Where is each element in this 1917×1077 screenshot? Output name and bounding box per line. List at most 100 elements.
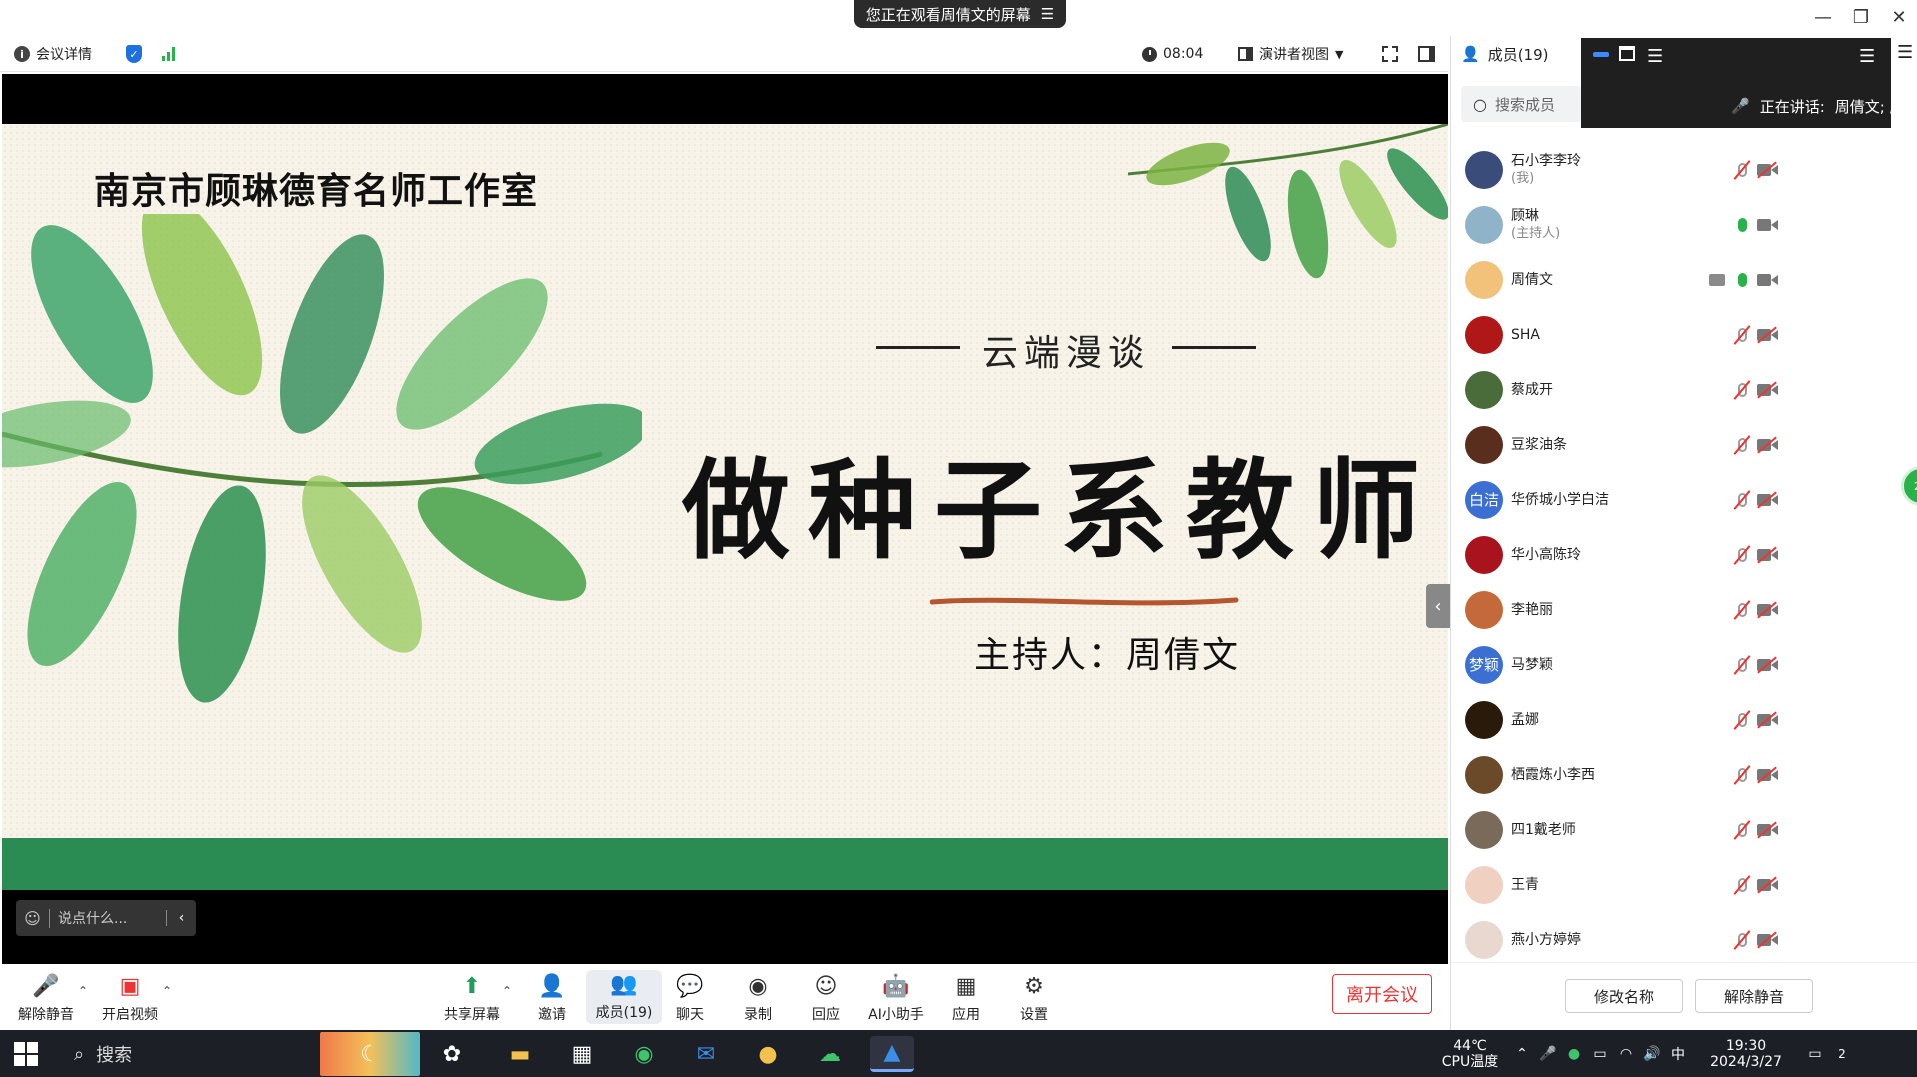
clock[interactable]: 19:30 2024/3/27 bbox=[1696, 1030, 1796, 1077]
member-row[interactable]: 燕小方婷婷 bbox=[1451, 912, 1891, 967]
share-screen-button[interactable]: ⬆ 共享屏幕 bbox=[434, 972, 510, 1024]
member-search-input[interactable]: ○ 搜索成员 bbox=[1461, 86, 1581, 122]
member-row[interactable]: 李艳丽 bbox=[1451, 582, 1891, 637]
window-icon[interactable] bbox=[1619, 46, 1635, 61]
camera-off-icon[interactable] bbox=[1757, 493, 1779, 507]
leave-meeting-button[interactable]: 离开会议 bbox=[1332, 974, 1432, 1014]
microphone-muted-icon[interactable] bbox=[1735, 489, 1749, 511]
camera-off-icon[interactable] bbox=[1757, 823, 1779, 837]
reactions-button[interactable]: ☺ 回应 bbox=[788, 972, 864, 1024]
member-row[interactable]: 华小高陈玲 bbox=[1451, 527, 1891, 582]
shield-tray-icon[interactable]: ● bbox=[1562, 1030, 1586, 1077]
widgets-news-tile[interactable]: ☾ bbox=[320, 1032, 420, 1076]
meeting-details-button[interactable]: i 会议详情 bbox=[14, 36, 92, 72]
video-options-caret[interactable]: ⌃ bbox=[162, 984, 172, 998]
member-row[interactable]: SHA bbox=[1451, 307, 1891, 362]
member-row[interactable]: 蔡成开 bbox=[1451, 362, 1891, 417]
camera-off-icon[interactable] bbox=[1757, 438, 1779, 452]
network-status-button[interactable] bbox=[162, 36, 175, 72]
member-row[interactable]: 梦颖 马梦颖 bbox=[1451, 637, 1891, 692]
member-row[interactable]: 四1戴老师 bbox=[1451, 802, 1891, 857]
file-explorer-icon[interactable]: ▬ bbox=[498, 1036, 542, 1072]
microphone-muted-icon[interactable] bbox=[1735, 159, 1749, 181]
member-row[interactable]: 孟娜 bbox=[1451, 692, 1891, 747]
microphone-muted-icon[interactable] bbox=[1735, 764, 1749, 786]
security-button[interactable]: ✓ bbox=[126, 36, 142, 72]
camera-off-icon[interactable] bbox=[1757, 383, 1779, 397]
audio-options-caret[interactable]: ⌃ bbox=[78, 984, 88, 998]
member-row[interactable]: 周倩文 bbox=[1451, 252, 1891, 307]
windows-start-button[interactable] bbox=[14, 1042, 38, 1066]
list-view-icon[interactable]: ☰ bbox=[1647, 46, 1663, 67]
battery-icon[interactable]: ▭ bbox=[1588, 1030, 1612, 1077]
apps-button[interactable]: ▦ 应用 bbox=[928, 972, 1004, 1024]
members-button[interactable]: 👥 成员(19) bbox=[586, 970, 662, 1024]
notification-icon[interactable]: ▭ bbox=[1800, 1030, 1830, 1077]
microphone-muted-icon[interactable] bbox=[1735, 599, 1749, 621]
microphone-muted-icon[interactable] bbox=[1735, 929, 1749, 951]
camera-off-icon[interactable] bbox=[1757, 768, 1779, 782]
browser-app-icon[interactable]: ◉ bbox=[622, 1036, 666, 1072]
microphone-muted-icon[interactable] bbox=[1735, 709, 1749, 731]
panel-menu-icon[interactable]: ☰ bbox=[1897, 42, 1913, 63]
member-row[interactable]: 栖霞炼小李西 bbox=[1451, 747, 1891, 802]
chat-button[interactable]: 💬 聊天 bbox=[652, 972, 728, 1024]
camera-off-icon[interactable] bbox=[1757, 548, 1779, 562]
close-button[interactable]: ✕ bbox=[1884, 4, 1914, 30]
chat-input-placeholder[interactable]: 说点什么... bbox=[50, 908, 166, 928]
taskbar-search[interactable]: ⌕ 搜索 bbox=[62, 1036, 316, 1072]
member-row[interactable]: 王青 bbox=[1451, 857, 1891, 912]
camera-off-icon[interactable] bbox=[1757, 658, 1779, 672]
camera-off-icon[interactable] bbox=[1757, 933, 1779, 947]
share-options-caret[interactable]: ⌃ bbox=[502, 984, 512, 998]
microphone-muted-icon[interactable] bbox=[1735, 379, 1749, 401]
collapse-panel-button[interactable]: ‹ bbox=[1426, 584, 1450, 628]
screen-sharing-banner[interactable]: 您正在观看周倩文的屏幕 ☰ bbox=[854, 0, 1066, 28]
fullscreen-button[interactable] bbox=[1382, 36, 1398, 72]
ime-indicator[interactable]: 中 bbox=[1666, 1030, 1690, 1077]
camera-on-icon[interactable] bbox=[1757, 273, 1779, 287]
member-row[interactable]: 白洁 华侨城小学白洁 bbox=[1451, 472, 1891, 527]
settings-button[interactable]: ⚙ 设置 bbox=[996, 972, 1072, 1024]
rename-button[interactable]: 修改名称 bbox=[1565, 979, 1683, 1013]
microphone-on-icon[interactable] bbox=[1735, 214, 1749, 236]
microphone-muted-icon[interactable] bbox=[1735, 324, 1749, 346]
store-app-icon[interactable]: ▦ bbox=[560, 1036, 604, 1072]
volume-icon[interactable]: 🔊 bbox=[1640, 1030, 1664, 1077]
microphone-muted-icon[interactable] bbox=[1735, 654, 1749, 676]
camera-off-icon[interactable] bbox=[1757, 878, 1779, 892]
cpu-temperature[interactable]: 44℃ CPU温度 bbox=[1420, 1030, 1520, 1077]
minimize-strip-icon[interactable] bbox=[1593, 52, 1609, 57]
wechat-icon[interactable]: ☁ bbox=[808, 1036, 852, 1072]
record-button[interactable]: ◉ 录制 bbox=[720, 972, 796, 1024]
mail-app-icon[interactable]: ✉ bbox=[684, 1036, 728, 1072]
emoji-icon[interactable]: ☺ bbox=[16, 908, 50, 928]
camera-off-icon[interactable] bbox=[1757, 603, 1779, 617]
microphone-muted-icon[interactable] bbox=[1735, 544, 1749, 566]
camera-off-icon[interactable] bbox=[1757, 328, 1779, 342]
member-row[interactable]: 石小李李玲 (我) bbox=[1451, 142, 1891, 197]
pinwheel-app-icon[interactable]: ✿ bbox=[430, 1036, 474, 1072]
microphone-muted-icon[interactable] bbox=[1735, 434, 1749, 456]
view-mode-dropdown[interactable]: 演讲者视图 ▼ bbox=[1238, 36, 1343, 72]
banner-menu-icon[interactable]: ☰ bbox=[1041, 5, 1054, 23]
microphone-muted-icon[interactable] bbox=[1735, 874, 1749, 896]
chevron-left-icon[interactable]: ‹ bbox=[166, 910, 196, 926]
member-row[interactable]: 顾琳 (主持人) bbox=[1451, 197, 1891, 252]
minimize-button[interactable]: — bbox=[1808, 4, 1838, 30]
unmute-all-button[interactable]: 解除静音 bbox=[1695, 979, 1813, 1013]
unmute-button[interactable]: 🎤 解除静音 bbox=[8, 972, 84, 1024]
camera-on-icon[interactable] bbox=[1757, 218, 1779, 232]
camera-off-icon[interactable] bbox=[1757, 713, 1779, 727]
collapse-strip-icon[interactable]: ☰ bbox=[1859, 46, 1875, 67]
wifi-icon[interactable]: ◠ bbox=[1614, 1030, 1638, 1077]
restore-button[interactable]: ❐ bbox=[1846, 4, 1876, 30]
camera-off-icon[interactable] bbox=[1757, 163, 1779, 177]
member-row[interactable]: 豆浆油条 bbox=[1451, 417, 1891, 472]
meeting-app-icon[interactable]: ▲ bbox=[870, 1036, 914, 1072]
microphone-on-icon[interactable] bbox=[1735, 269, 1749, 291]
chat-quick-input[interactable]: ☺ 说点什么... ‹ bbox=[16, 900, 196, 936]
chevron-up-icon[interactable]: ⌃ bbox=[1510, 1030, 1534, 1077]
invite-button[interactable]: 👤 邀请 bbox=[514, 972, 590, 1024]
layout-toggle-button[interactable] bbox=[1418, 36, 1435, 72]
